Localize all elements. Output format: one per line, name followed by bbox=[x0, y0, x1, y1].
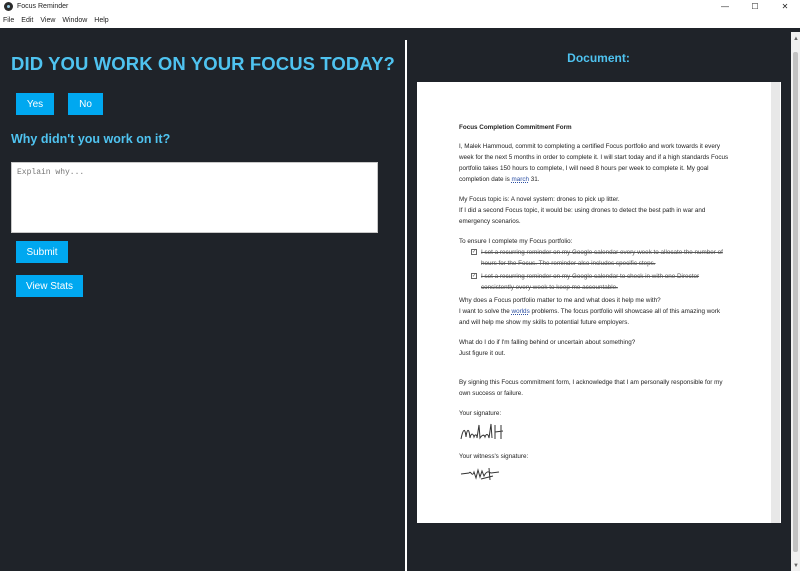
close-icon[interactable]: ✕ bbox=[770, 0, 800, 12]
checklist-item: ✓ I set a recurring reminder on my Googl… bbox=[459, 247, 729, 269]
menu-window[interactable]: Window bbox=[62, 17, 87, 24]
app-icon bbox=[4, 1, 13, 11]
window-title: Focus Reminder bbox=[17, 2, 69, 10]
topic-paragraph: My Focus topic is: A novel system: drone… bbox=[459, 194, 729, 227]
menu-edit[interactable]: Edit bbox=[21, 17, 33, 24]
left-panel: DID YOU WORK ON YOUR FOCUS TODAY? Yes No… bbox=[0, 28, 405, 571]
checklist-item: ✓ I set a recurring reminder on my Googl… bbox=[459, 271, 729, 293]
why-matters-question: Why does a Focus portfolio matter to me … bbox=[459, 297, 661, 304]
document-scrollbar[interactable] bbox=[771, 82, 780, 523]
falling-behind-paragraph: What do I do if I'm falling behind or un… bbox=[459, 337, 729, 359]
signature-label: Your signature: bbox=[459, 410, 502, 417]
scrollbar-thumb[interactable] bbox=[793, 52, 798, 552]
no-button[interactable]: No bbox=[68, 93, 103, 115]
document-viewer[interactable]: Focus Completion Commitment Form I, Male… bbox=[417, 82, 781, 523]
witness-signature-label: Your witness's signature: bbox=[459, 453, 529, 460]
document-title: Focus Completion Commitment Form bbox=[459, 124, 572, 131]
falling-behind-answer: Just figure it out. bbox=[459, 350, 506, 357]
why-label: Why didn't you work on it? bbox=[11, 132, 171, 146]
menu-view[interactable]: View bbox=[40, 17, 55, 24]
witness-signature-image bbox=[460, 467, 500, 481]
panel-scrollbar[interactable]: ▲ ▼ bbox=[791, 32, 800, 571]
window-controls: — ☐ ✕ bbox=[710, 0, 800, 12]
checked-box-icon: ✓ bbox=[471, 249, 477, 255]
checklist-text: I set a recurring reminder on my Google … bbox=[481, 273, 700, 291]
submit-button[interactable]: Submit bbox=[16, 241, 68, 263]
spellcheck-word: worlds bbox=[511, 308, 530, 315]
why-matters-paragraph: Why does a Focus portfolio matter to me … bbox=[459, 295, 729, 328]
falling-behind-question: What do I do if I'm falling behind or un… bbox=[459, 339, 636, 346]
second-topic-line: If I did a second Focus topic, it would … bbox=[459, 207, 706, 225]
menu-help[interactable]: Help bbox=[94, 17, 108, 24]
explain-textarea[interactable] bbox=[11, 162, 378, 233]
title-bar: Focus Reminder — ☐ ✕ bbox=[0, 0, 800, 12]
menu-file[interactable]: File bbox=[3, 17, 14, 24]
commitment-text: I, Malek Hammoud, commit to completing a… bbox=[459, 143, 729, 183]
ensure-label: To ensure I complete my Focus portfolio: bbox=[459, 238, 573, 245]
document-heading: Document: bbox=[567, 51, 630, 65]
topic-line: My Focus topic is: A novel system: drone… bbox=[459, 196, 620, 203]
scroll-up-icon[interactable]: ▲ bbox=[793, 36, 799, 42]
document-content: Focus Completion Commitment Form I, Male… bbox=[459, 122, 729, 494]
right-panel: Document: Focus Completion Commitment Fo… bbox=[407, 28, 800, 571]
maximize-icon[interactable]: ☐ bbox=[740, 0, 770, 12]
answer-text: I want to solve the bbox=[459, 308, 512, 315]
spellcheck-word: march bbox=[511, 176, 530, 183]
commitment-text-end: 31. bbox=[529, 176, 540, 183]
acknowledgement-paragraph: By signing this Focus commitment form, I… bbox=[459, 379, 723, 397]
why-matters-answer: I want to solve the worlds problems. The… bbox=[459, 306, 729, 328]
checklist-text: I set a recurring reminder on my Google … bbox=[481, 249, 723, 267]
yes-button[interactable]: Yes bbox=[16, 93, 54, 115]
scroll-down-icon[interactable]: ▼ bbox=[793, 563, 799, 569]
signature-image bbox=[460, 423, 504, 440]
focus-question: DID YOU WORK ON YOUR FOCUS TODAY? bbox=[11, 53, 395, 74]
minimize-icon[interactable]: — bbox=[710, 0, 740, 12]
commitment-paragraph: I, Malek Hammoud, commit to completing a… bbox=[459, 141, 729, 185]
checked-box-icon: ✓ bbox=[471, 273, 477, 279]
view-stats-button[interactable]: View Stats bbox=[16, 275, 83, 297]
menu-bar: File Edit View Window Help bbox=[0, 12, 800, 28]
